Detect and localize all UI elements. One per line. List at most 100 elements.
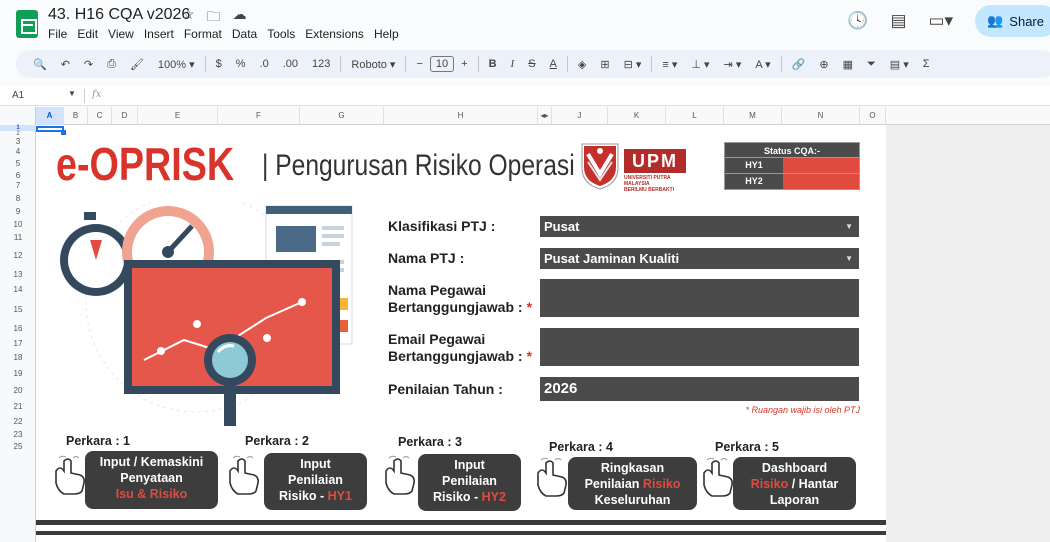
merge-cells-icon[interactable]: ⊟ ▾ bbox=[617, 58, 649, 71]
row-header[interactable]: 21 bbox=[0, 399, 36, 415]
comments-icon[interactable]: ▤ bbox=[890, 11, 906, 31]
row-header[interactable]: 8 bbox=[0, 191, 36, 207]
font-size-decrease-icon[interactable]: − bbox=[409, 58, 429, 70]
column-header[interactable]: K bbox=[608, 107, 666, 125]
currency-format-button[interactable]: $ bbox=[209, 58, 229, 70]
zoom-select[interactable]: 100% ▾ bbox=[151, 58, 202, 71]
perkara-3-button[interactable]: Input Penilaian Risiko - HY2 bbox=[418, 454, 521, 511]
insert-link-icon[interactable]: 🔗 bbox=[785, 58, 813, 71]
row-header[interactable]: 13 bbox=[0, 269, 36, 281]
row-header[interactable]: 17 bbox=[0, 337, 36, 351]
row-header[interactable]: 6 bbox=[0, 171, 36, 181]
row-header[interactable]: 9 bbox=[0, 207, 36, 217]
column-header[interactable]: B bbox=[64, 107, 88, 125]
column-header[interactable]: J bbox=[552, 107, 608, 125]
row-header[interactable]: 22 bbox=[0, 415, 36, 429]
column-header[interactable]: C bbox=[88, 107, 112, 125]
klasifikasi-dropdown[interactable]: Pusat ▼ bbox=[540, 216, 859, 237]
menu-format[interactable]: Format bbox=[184, 27, 222, 41]
column-header[interactable]: M bbox=[724, 107, 782, 125]
filter-icon[interactable]: ⏷ bbox=[860, 58, 883, 71]
row-header[interactable]: 14 bbox=[0, 281, 36, 299]
perkara-2-button[interactable]: Input Penilaian Risiko - HY1 bbox=[264, 453, 367, 510]
horizontal-align-icon[interactable]: ≡ ▾ bbox=[655, 58, 684, 71]
print-icon[interactable]: ⎙ bbox=[100, 58, 123, 71]
share-button[interactable]: 👥 Share bbox=[975, 5, 1050, 37]
select-all-corner[interactable] bbox=[0, 107, 36, 125]
menu-file[interactable]: File bbox=[48, 27, 67, 41]
hidden-column-toggle-icon[interactable]: ◂▸ bbox=[538, 107, 552, 125]
row-header[interactable]: 7 bbox=[0, 181, 36, 191]
filter-views-icon[interactable]: ▤ ▾ bbox=[883, 58, 916, 71]
selected-cell[interactable] bbox=[36, 126, 64, 132]
number-format-button[interactable]: 123 bbox=[305, 58, 337, 70]
meet-icon[interactable]: ▭▾ bbox=[929, 11, 954, 31]
insert-comment-icon[interactable]: ⊕ bbox=[812, 58, 835, 71]
menu-view[interactable]: View bbox=[108, 27, 134, 41]
font-select[interactable]: Roboto ▾ bbox=[344, 58, 402, 71]
sheets-logo-icon[interactable] bbox=[16, 10, 38, 38]
font-size-increase-icon[interactable]: + bbox=[454, 58, 474, 70]
text-color-button[interactable]: A bbox=[543, 58, 564, 70]
italic-button[interactable]: I bbox=[504, 58, 522, 70]
history-icon[interactable]: 🕓 bbox=[847, 11, 868, 31]
row-header[interactable]: 19 bbox=[0, 365, 36, 383]
column-header[interactable]: L bbox=[666, 107, 724, 125]
status-value[interactable] bbox=[783, 174, 859, 189]
name-box-dropdown-icon[interactable]: ▼ bbox=[68, 89, 76, 98]
font-size-input[interactable]: 10 bbox=[429, 56, 455, 72]
status-value[interactable] bbox=[783, 158, 859, 173]
column-header[interactable]: O bbox=[860, 107, 886, 125]
name-box[interactable]: A1 bbox=[12, 90, 24, 101]
column-header[interactable]: N bbox=[782, 107, 860, 125]
column-header[interactable]: H bbox=[384, 107, 538, 125]
text-rotation-icon[interactable]: A ▾ bbox=[748, 58, 777, 71]
fill-handle[interactable] bbox=[61, 130, 66, 135]
insert-chart-icon[interactable]: ▦ bbox=[836, 58, 860, 71]
document-title[interactable]: 43. H16 CQA v2026 bbox=[48, 6, 190, 24]
column-header[interactable]: E bbox=[138, 107, 218, 125]
menu-edit[interactable]: Edit bbox=[77, 27, 98, 41]
menu-data[interactable]: Data bbox=[232, 27, 257, 41]
perkara-4-button[interactable]: Ringkasan Penilaian Risiko Keseluruhan bbox=[568, 457, 697, 510]
tahun-input[interactable]: 2026 bbox=[540, 377, 859, 401]
increase-decimal-button[interactable]: .00 bbox=[276, 58, 305, 70]
menu-help[interactable]: Help bbox=[374, 27, 399, 41]
perkara-5-button[interactable]: Dashboard Risiko / Hantar Laporan bbox=[733, 457, 856, 510]
functions-button[interactable]: Σ bbox=[916, 58, 937, 70]
menu-extensions[interactable]: Extensions bbox=[305, 27, 364, 41]
pegawai-input[interactable] bbox=[540, 279, 859, 317]
email-input[interactable] bbox=[540, 328, 859, 366]
nama-ptj-dropdown[interactable]: Pusat Jaminan Kualiti ▼ bbox=[540, 248, 859, 269]
search-menus-icon[interactable]: 🔍 bbox=[26, 58, 54, 71]
row-header[interactable]: 23 bbox=[0, 429, 36, 441]
paint-format-icon[interactable]: 🖌 bbox=[123, 58, 151, 71]
bold-button[interactable]: B bbox=[482, 58, 504, 70]
row-header[interactable]: 18 bbox=[0, 351, 36, 365]
row-header[interactable]: 5 bbox=[0, 157, 36, 171]
vertical-align-icon[interactable]: ⊥ ▾ bbox=[684, 58, 716, 71]
row-header[interactable]: 16 bbox=[0, 321, 36, 337]
row-header[interactable]: 11 bbox=[0, 233, 36, 243]
row-header[interactable]: 12 bbox=[0, 243, 36, 269]
menu-insert[interactable]: Insert bbox=[144, 27, 174, 41]
spreadsheet-grid[interactable]: A B C D E F G H ◂▸ J K L M N O 12 3456789… bbox=[0, 107, 1050, 542]
strikethrough-button[interactable]: S bbox=[521, 58, 542, 70]
redo-icon[interactable]: ↷ bbox=[77, 58, 100, 71]
fill-color-icon[interactable]: ◈ bbox=[571, 58, 593, 71]
column-header[interactable]: D bbox=[112, 107, 138, 125]
percent-format-button[interactable]: % bbox=[229, 58, 253, 70]
row-header[interactable]: 10 bbox=[0, 217, 36, 233]
row-header[interactable]: 3 bbox=[0, 137, 36, 147]
row-header[interactable]: 20 bbox=[0, 383, 36, 399]
undo-icon[interactable]: ↶ bbox=[54, 58, 77, 71]
row-header[interactable]: 15 bbox=[0, 299, 36, 321]
column-header[interactable]: F bbox=[218, 107, 300, 125]
decrease-decimal-button[interactable]: .0 bbox=[253, 58, 276, 70]
row-header[interactable]: 4 bbox=[0, 147, 36, 157]
text-wrapping-icon[interactable]: ⇥ ▾ bbox=[717, 58, 749, 71]
column-header[interactable]: A bbox=[36, 107, 64, 125]
borders-icon[interactable]: ⊞ bbox=[593, 58, 616, 71]
menu-tools[interactable]: Tools bbox=[267, 27, 295, 41]
column-header[interactable]: G bbox=[300, 107, 384, 125]
